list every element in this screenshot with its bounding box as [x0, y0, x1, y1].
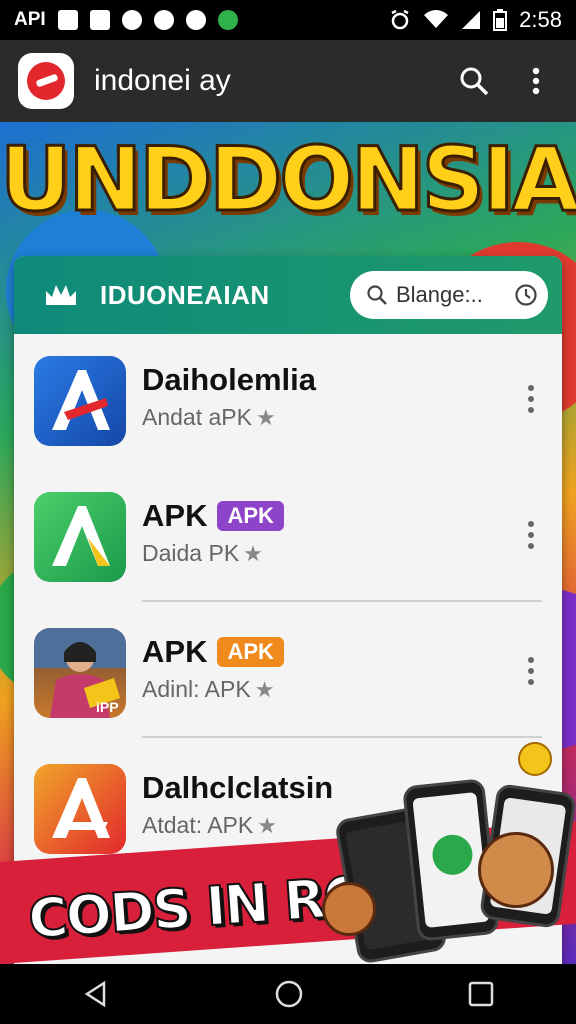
notification-icon	[57, 10, 78, 30]
star-icon: ★	[255, 404, 276, 430]
app-list-item[interactable]: APK APK Daida PK ★	[14, 470, 562, 606]
system-nav-bar	[0, 964, 576, 1024]
cartoon-character-icon	[322, 882, 376, 936]
alarm-icon	[391, 9, 409, 30]
search-icon	[367, 285, 387, 305]
status-time: 2:58	[519, 7, 562, 32]
app-logo-icon[interactable]	[18, 53, 74, 109]
history-icon[interactable]	[514, 283, 538, 307]
svg-text:iPP: iPP	[96, 699, 119, 715]
app-icon-photo[interactable]: iPP	[34, 628, 126, 718]
promo-banner: UNDDONSIA IDUONEAIAN Blange:.. Daiholeml…	[0, 122, 576, 964]
coin-icon	[518, 742, 552, 776]
app-list-item[interactable]: Daiholemlia Andat aPK ★	[14, 334, 562, 470]
banner-headline: UNDDONSIA	[0, 127, 576, 233]
apk-badge: APK	[217, 637, 284, 667]
recents-icon[interactable]	[468, 981, 494, 1007]
star-icon: ★	[257, 812, 277, 838]
star-icon: ★	[243, 540, 263, 566]
app-subtitle: Andat aPK	[142, 404, 252, 430]
signal-icon	[462, 11, 481, 29]
wifi-icon	[424, 10, 449, 28]
more-vert-icon[interactable]	[526, 520, 536, 550]
home-icon[interactable]	[274, 979, 304, 1009]
crown-icon	[46, 285, 76, 305]
app-icon[interactable]	[34, 764, 126, 854]
back-icon[interactable]	[82, 980, 110, 1008]
app-name: APK	[142, 498, 208, 533]
app-name: Dalhclclatsin	[142, 770, 334, 805]
search-field[interactable]: Blange:..	[350, 271, 548, 319]
overflow-menu-button[interactable]	[514, 59, 558, 103]
app-name: APK	[142, 634, 208, 669]
notification-icon	[153, 10, 174, 30]
apk-badge: APK	[217, 501, 284, 531]
app-icon[interactable]	[34, 492, 126, 582]
status-bar: API 2:58	[0, 0, 576, 40]
more-vert-icon[interactable]	[526, 656, 536, 686]
notification-icon	[121, 10, 142, 30]
app-name: Daiholemlia	[142, 362, 316, 397]
card-title: IDUONEAIAN	[100, 279, 270, 310]
app-bar: indonei ay	[0, 40, 576, 122]
app-subtitle: Atdat: APK	[142, 812, 254, 838]
battery-icon	[493, 9, 508, 31]
app-subtitle: Adinl: APK	[142, 676, 251, 702]
card-header: IDUONEAIAN Blange:..	[14, 256, 562, 334]
notification-icon	[89, 10, 110, 30]
notification-icon	[185, 10, 206, 30]
notification-icon	[217, 10, 238, 30]
search-button[interactable]	[452, 59, 496, 103]
more-vert-icon	[532, 67, 540, 95]
app-subtitle: Daida PK	[142, 540, 240, 566]
star-icon: ★	[254, 676, 275, 702]
search-icon	[460, 67, 489, 96]
status-carrier-text: API	[14, 9, 46, 30]
more-vert-icon[interactable]	[526, 384, 536, 414]
cartoon-character-icon	[478, 832, 554, 908]
search-input[interactable]: Blange:..	[396, 282, 506, 308]
app-list-item[interactable]: iPP APK APK Adinl: APK ★	[14, 606, 562, 742]
app-title: indonei ay	[94, 64, 231, 97]
app-icon[interactable]	[34, 356, 126, 446]
